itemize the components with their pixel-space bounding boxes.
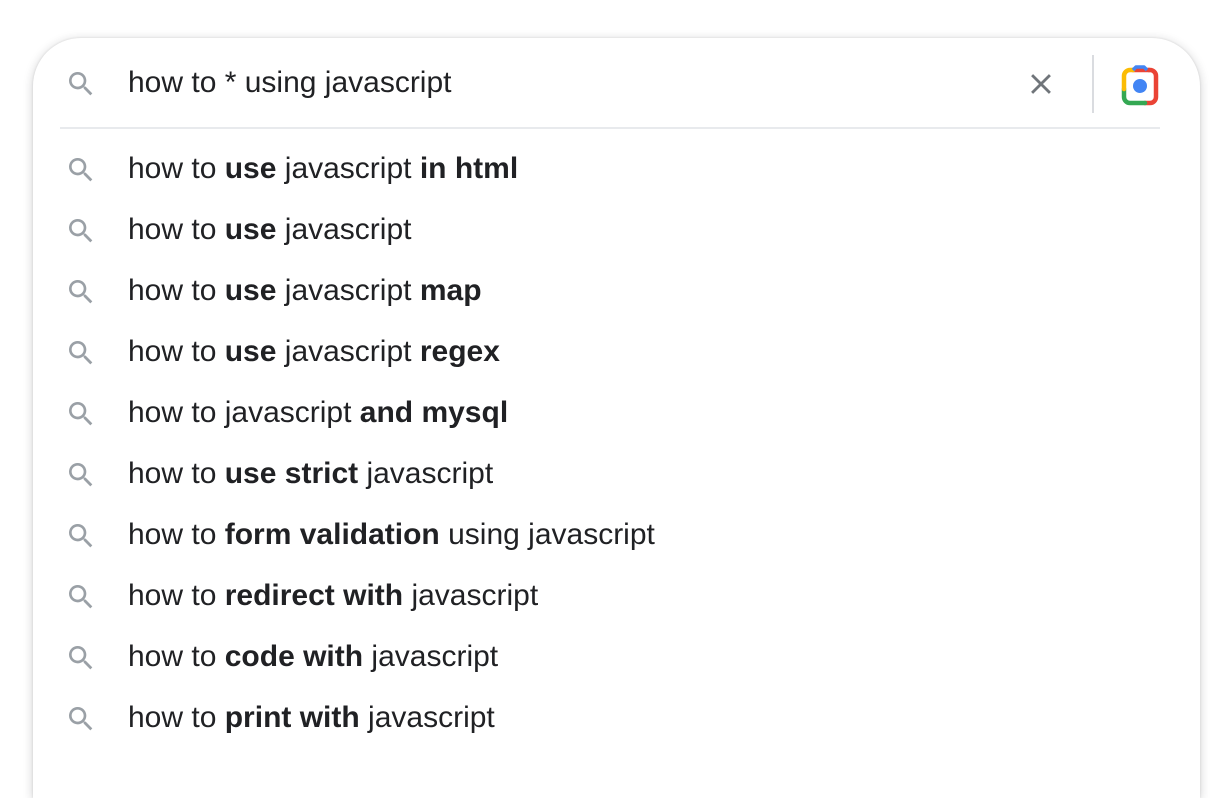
suggestion-item[interactable]: how to use javascript map [33,261,1200,322]
suggestion-plain-part: javascript [403,579,539,612]
suggestion-plain-part: javascript [276,213,412,246]
suggestion-text: how to javascript and mysql [128,394,508,432]
suggestion-plain-part: how to [128,518,225,551]
search-icon [69,341,93,365]
suggestion-text: how to code with javascript [128,638,498,676]
search-icon [69,585,93,609]
suggestion-bold-part: redirect with [224,579,404,612]
clear-search-button[interactable] [1021,64,1061,104]
suggestion-item[interactable]: how to javascript and mysql [33,383,1200,444]
suggestion-item[interactable]: how to use javascript in html [33,139,1200,200]
suggestion-plain-part: javascript [359,701,495,734]
search-icon [69,158,93,182]
suggestion-plain-part: how to [128,213,225,246]
suggestion-text: how to redirect with javascript [128,577,538,615]
suggestion-bold-part: use [224,335,277,368]
suggestion-bold-part: use [224,152,277,185]
suggestion-item[interactable]: how to redirect with javascript [33,566,1200,627]
suggestion-text: how to use strict javascript [128,455,493,493]
suggestion-bold-part: form validation [224,518,440,551]
suggestion-plain-part: how to javascript [128,396,360,429]
suggestion-bold-part: print with [224,701,360,734]
close-icon [1031,74,1051,94]
suggestions-separator [60,127,1160,129]
search-icon [69,646,93,670]
suggestion-text: how to use javascript in html [128,150,518,188]
suggestion-item[interactable]: how to form validation using javascript [33,505,1200,566]
search-icon [69,707,93,731]
suggestion-plain-part: how to [128,457,225,490]
search-input[interactable] [128,60,988,106]
google-lens-icon [1121,65,1159,106]
suggestion-plain-part: javascript [276,274,420,307]
suggestion-text: how to form validation using javascript [128,516,655,554]
suggestion-bold-part: use strict [224,457,359,490]
search-icon [69,280,93,304]
suggestion-item[interactable]: how to code with javascript [33,627,1200,688]
suggestion-text: how to use javascript regex [128,333,500,371]
suggestion-text: how to use javascript map [128,272,482,310]
suggestion-plain-part: javascript [358,457,494,490]
search-icon [69,219,93,243]
search-icon [69,524,93,548]
search-box: how to use javascript in htmlhow to use … [33,38,1200,798]
suggestion-text: how to print with javascript [128,699,495,737]
suggestion-plain-part: how to [128,701,225,734]
suggestion-item[interactable]: how to use javascript regex [33,322,1200,383]
search-icon [69,402,93,426]
suggestion-plain-part: how to [128,152,225,185]
suggestion-plain-part: how to [128,579,225,612]
suggestion-bold-part: use [224,213,277,246]
suggestions-list: how to use javascript in html how to use … [33,139,1200,749]
suggestion-plain-part: javascript [363,640,499,673]
suggestion-plain-part: how to [128,274,225,307]
suggestion-bold-part: regex [419,335,500,368]
suggestion-item[interactable]: how to use strict javascript [33,444,1200,505]
suggestion-item[interactable]: how to print with javascript [33,688,1200,749]
search-by-image-button[interactable] [1118,64,1162,108]
suggestion-item[interactable]: how to use javascript [33,200,1200,261]
search-icon [69,72,93,96]
divider [1092,55,1094,113]
suggestion-plain-part: how to [128,335,225,368]
search-icon [69,463,93,487]
suggestion-bold-part: map [419,274,482,307]
suggestion-plain-part: javascript [276,335,420,368]
suggestion-bold-part: in html [419,152,519,185]
suggestion-bold-part: use [224,274,277,307]
suggestion-bold-part: code with [224,640,364,673]
suggestion-bold-part: and mysql [359,396,509,429]
suggestion-plain-part: javascript [276,152,420,185]
suggestion-plain-part: how to [128,640,225,673]
search-bar [33,38,1200,128]
suggestion-plain-part: using javascript [439,518,655,551]
suggestion-text: how to use javascript [128,211,411,249]
